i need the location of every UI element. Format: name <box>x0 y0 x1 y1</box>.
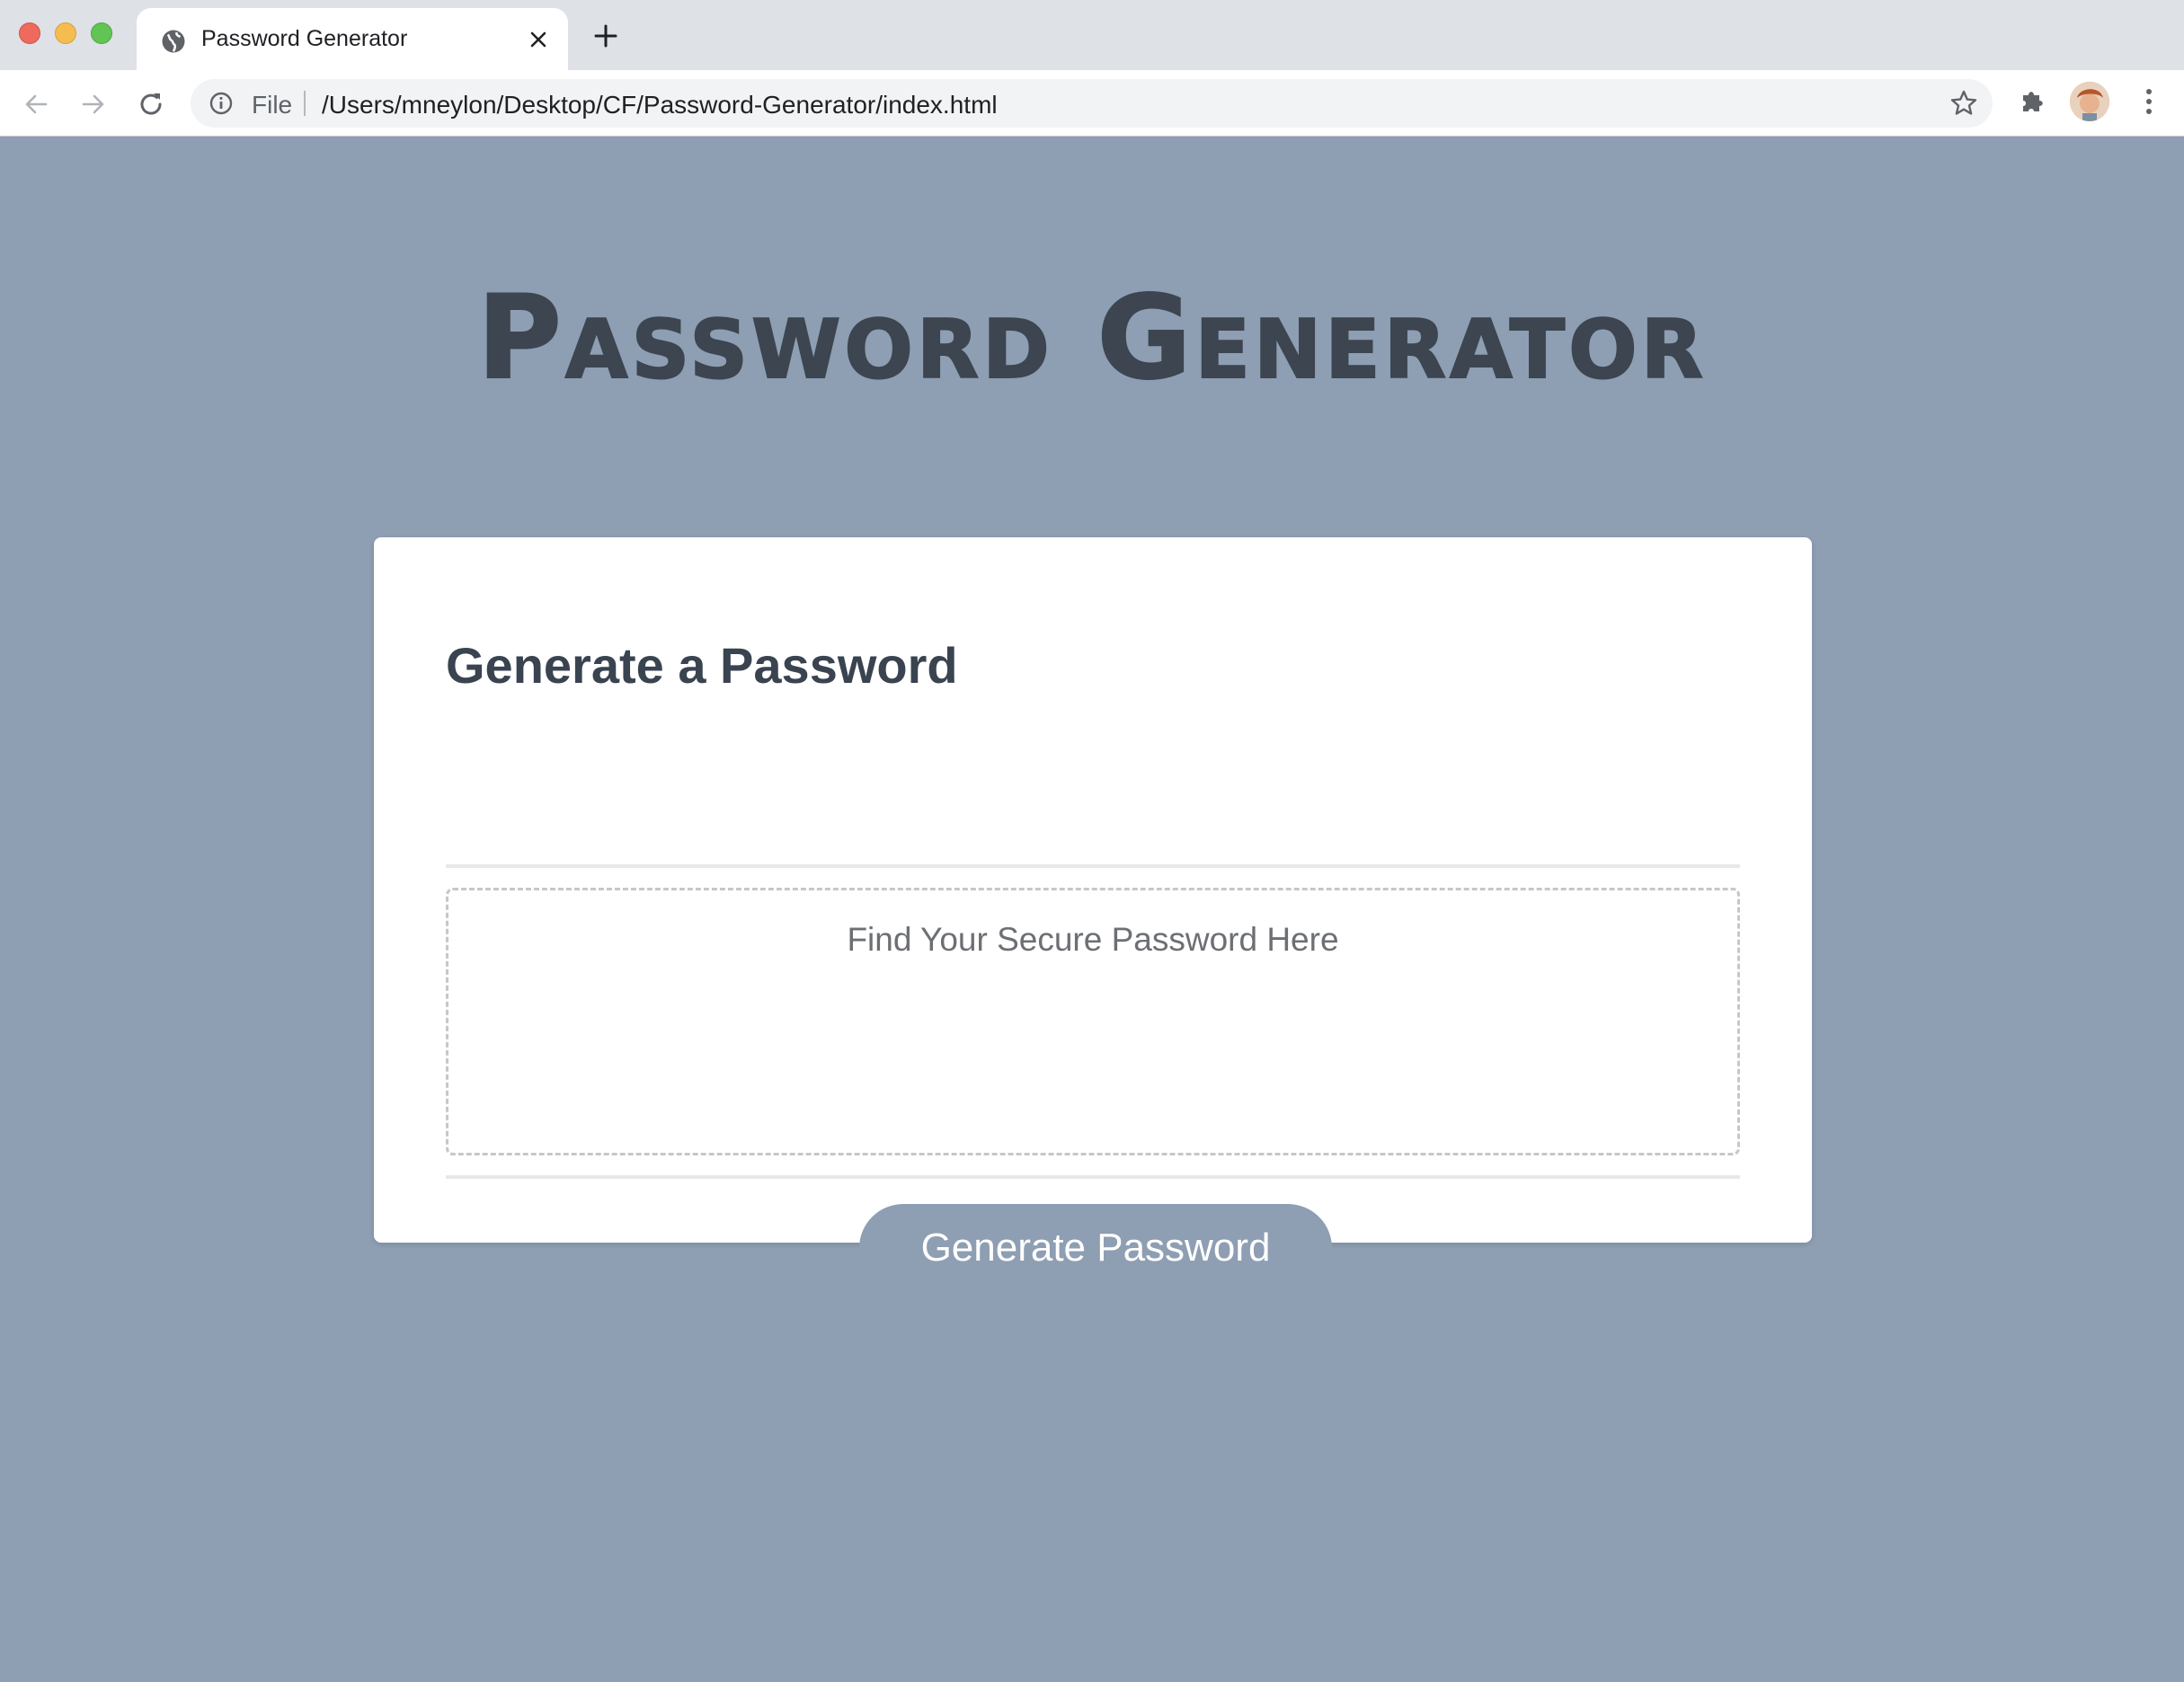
page-title: Password Generator <box>476 270 1707 406</box>
url-text[interactable]: /Users/mneylon/Desktop/CF/Password-Gener… <box>322 91 998 120</box>
omnibox-divider <box>304 91 306 116</box>
globe-icon <box>162 30 185 53</box>
card-title: Generate a Password <box>446 637 958 694</box>
browser-toolbar: File /Users/mneylon/Desktop/CF/Password-… <box>0 70 2184 137</box>
password-placeholder: Find Your Secure Password Here <box>847 921 1339 958</box>
arrow-right-icon <box>82 94 104 114</box>
minimize-window-button[interactable] <box>55 22 76 44</box>
password-output[interactable]: Find Your Secure Password Here <box>446 888 1740 1155</box>
scheme-label: File <box>252 91 293 119</box>
generate-password-button[interactable]: Generate Password <box>859 1204 1332 1292</box>
reload-button[interactable] <box>133 86 169 122</box>
puzzle-icon[interactable] <box>2018 86 2048 117</box>
plus-icon <box>594 24 617 48</box>
page-body: Password Generator Generate a Password F… <box>0 137 2184 1682</box>
address-bar[interactable]: File /Users/mneylon/Desktop/CF/Password-… <box>191 79 1993 128</box>
close-icon <box>530 31 546 48</box>
close-window-button[interactable] <box>19 22 40 44</box>
avatar[interactable] <box>2070 82 2109 121</box>
tab-strip: Password Generator <box>0 0 2184 70</box>
tab-title: Password Generator <box>201 26 408 51</box>
new-tab-button[interactable] <box>590 20 622 52</box>
reload-icon <box>140 93 162 115</box>
info-icon[interactable] <box>209 91 234 116</box>
profile-picture <box>2070 82 2109 121</box>
browser-tab[interactable]: Password Generator <box>137 8 568 70</box>
forward-button[interactable] <box>75 86 111 122</box>
back-button[interactable] <box>18 86 54 122</box>
kebab-menu-icon[interactable] <box>2135 85 2162 118</box>
card-header-divider <box>446 864 1740 868</box>
maximize-window-button[interactable] <box>91 22 112 44</box>
star-icon[interactable] <box>1949 89 1978 118</box>
generator-card: Generate a Password Find Your Secure Pas… <box>374 537 1812 1292</box>
card-footer-divider <box>446 1175 1740 1179</box>
arrow-left-icon <box>25 94 48 114</box>
tab-close-button[interactable] <box>523 24 554 55</box>
